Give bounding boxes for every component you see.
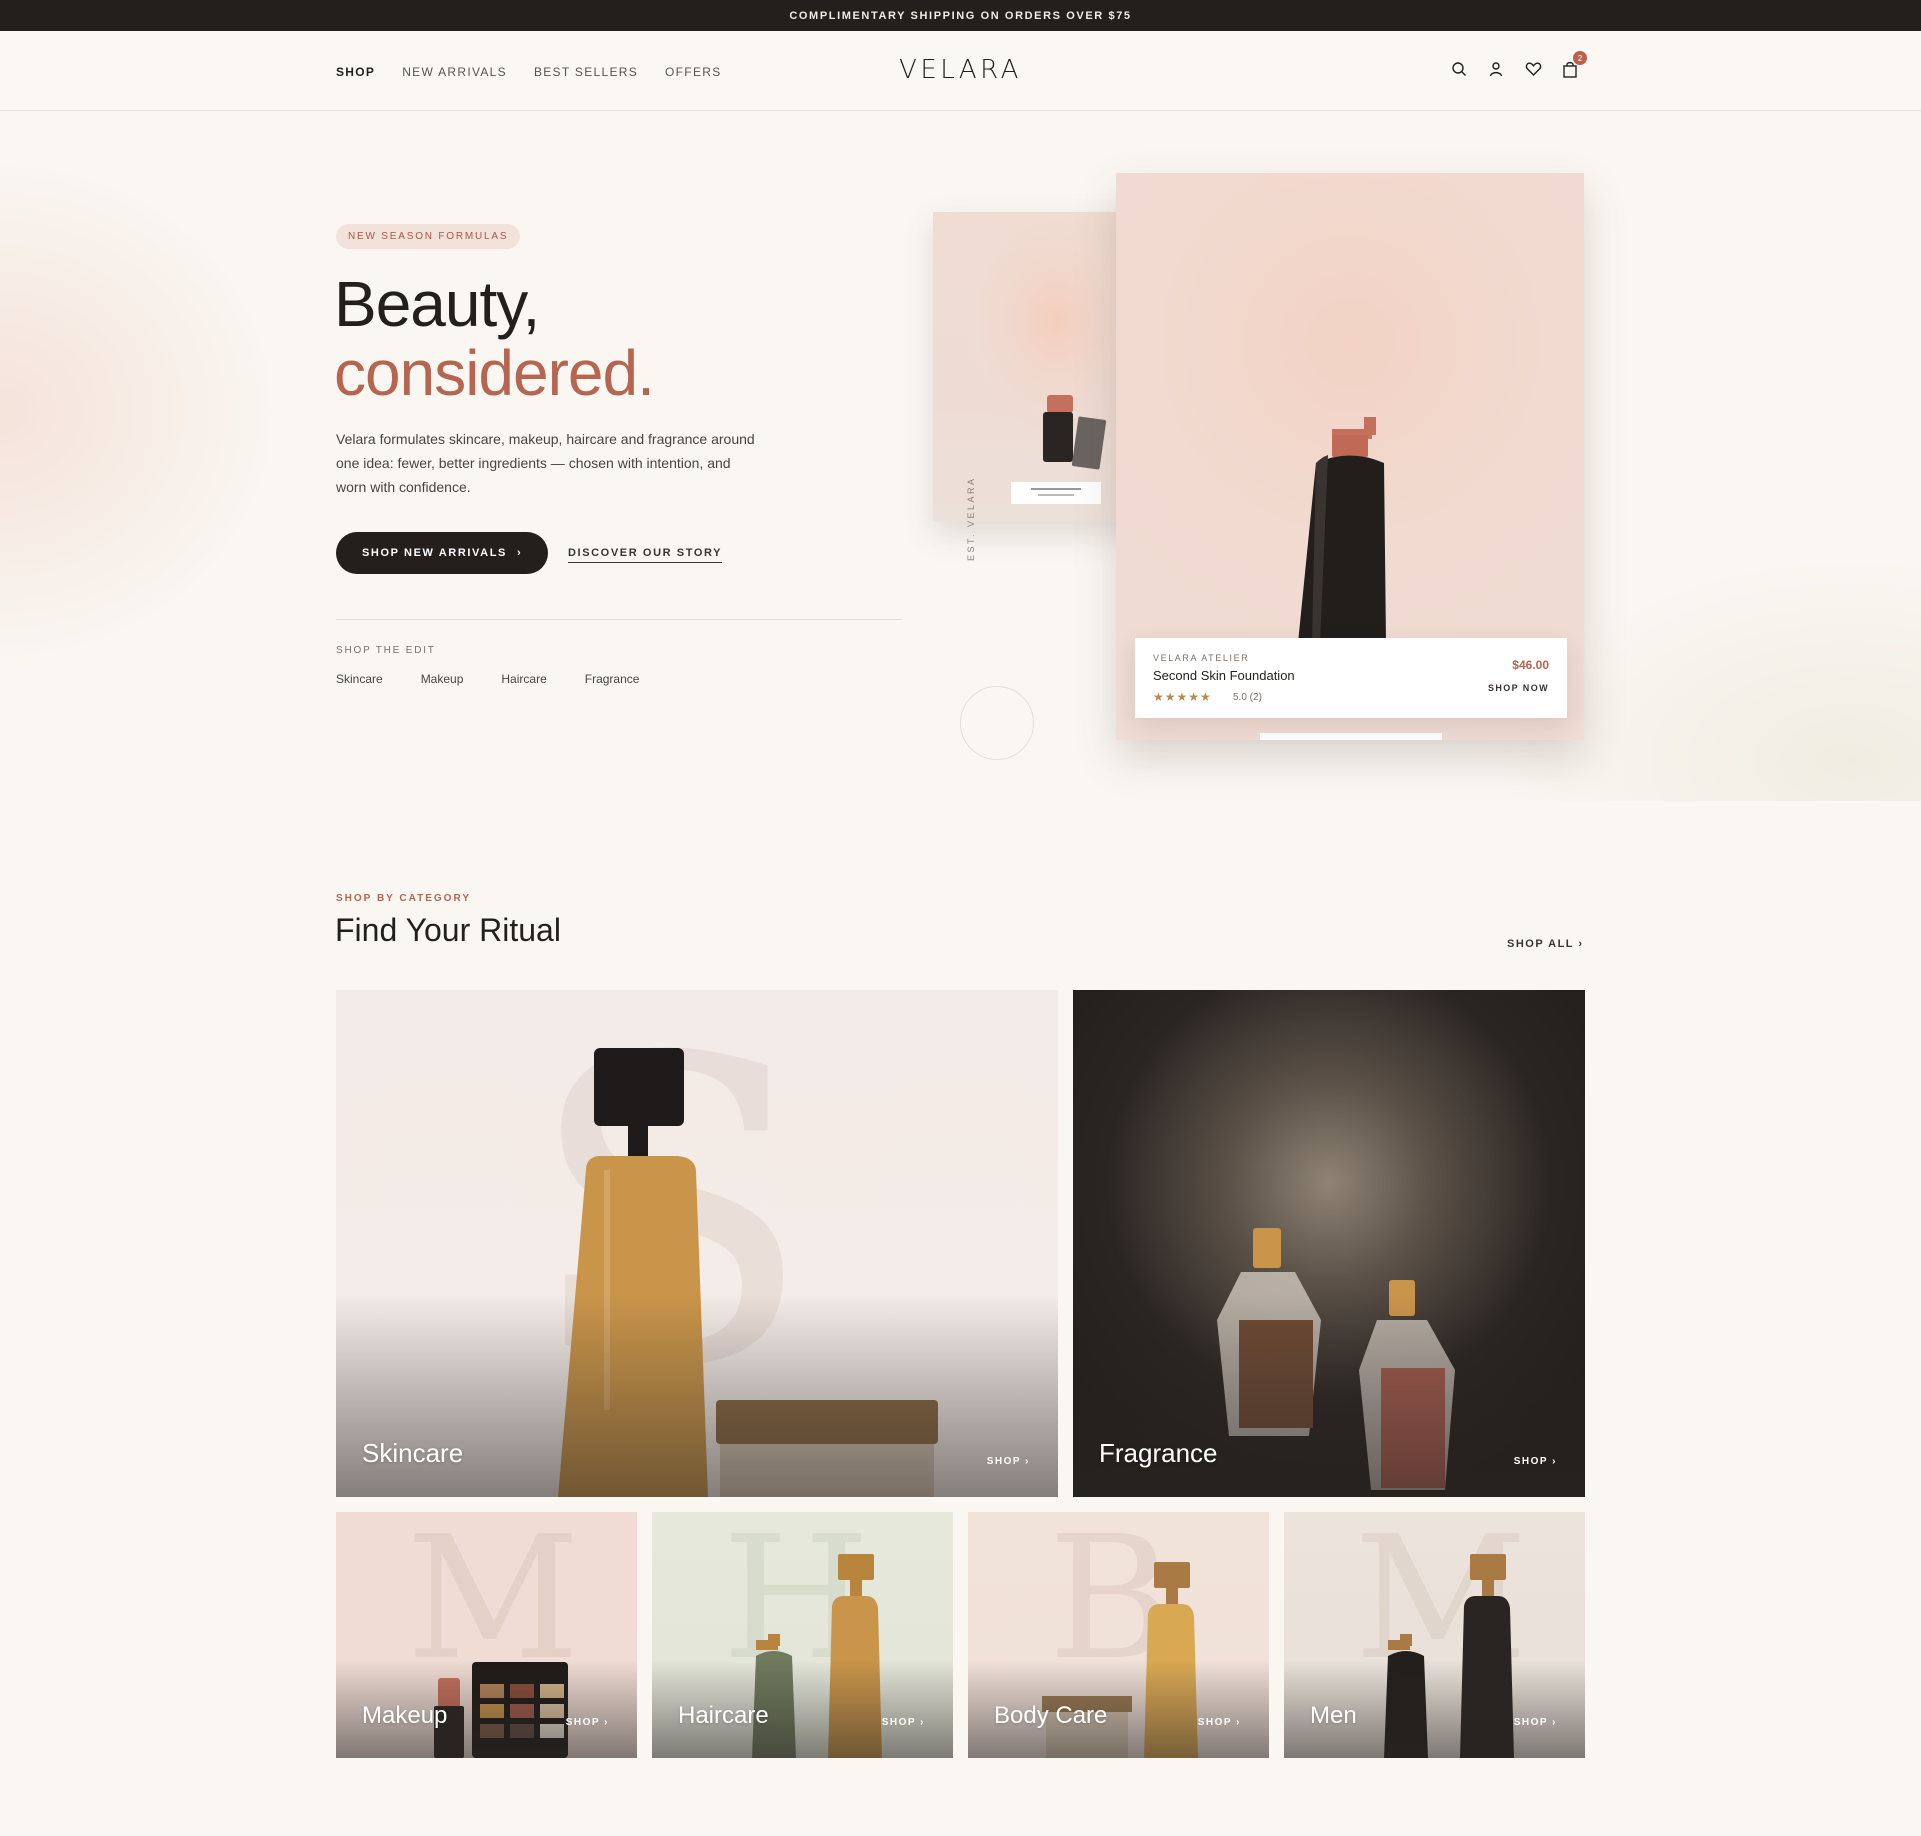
search-icon[interactable] xyxy=(1450,60,1468,78)
shop-the-edit-label: SHOP THE EDIT xyxy=(336,645,436,656)
category-tile-men[interactable]: M Men SHOP › xyxy=(1284,1512,1585,1758)
categories-title: Find Your Ritual xyxy=(335,912,561,948)
shop-the-edit-links: Skincare Makeup Haircare Fragrance xyxy=(336,672,639,686)
hero-title-line1: Beauty, xyxy=(334,268,540,340)
category-tile-skincare[interactable]: S Skincare SHOP › xyxy=(336,990,1058,1497)
site-logo[interactable]: VELARA xyxy=(0,55,1921,85)
tile-label-men: Men xyxy=(1310,1702,1357,1729)
hero-section: NEW SEASON FORMULAS Beauty, considered. … xyxy=(0,111,1921,801)
tile-shop-link[interactable]: SHOP › xyxy=(1514,1717,1557,1728)
tile-label-fragrance: Fragrance xyxy=(1099,1438,1218,1468)
category-tile-fragrance[interactable]: Fragrance SHOP › xyxy=(1073,990,1585,1497)
tile-shop-link[interactable]: SHOP › xyxy=(1514,1456,1557,1467)
account-icon[interactable] xyxy=(1487,60,1505,78)
shop-new-arrivals-label: SHOP NEW ARRIVALS xyxy=(362,547,507,559)
header-actions: 2 xyxy=(1450,51,1587,78)
hero-description: Velara formulates skincare, makeup, hair… xyxy=(336,431,755,495)
tile-shop-link[interactable]: SHOP › xyxy=(882,1717,925,1728)
shop-all-label: SHOP ALL xyxy=(1507,938,1574,950)
hero-divider xyxy=(336,619,902,620)
tile-shop-link[interactable]: SHOP › xyxy=(1198,1717,1241,1728)
tile-label-skincare: Skincare xyxy=(362,1438,464,1468)
wishlist-heart-icon[interactable] xyxy=(1524,60,1542,78)
tile-label-body-care: Body Care xyxy=(994,1702,1108,1729)
category-tile-body-care[interactable]: B Body Care SHOP › xyxy=(968,1512,1269,1758)
cart-bag-icon[interactable]: 2 xyxy=(1561,51,1587,78)
chevron-right-icon: › xyxy=(516,547,523,559)
discover-our-story-link[interactable]: DISCOVER OUR STORY xyxy=(568,547,723,563)
categories-eyebrow: SHOP BY CATEGORY xyxy=(336,893,471,904)
chevron-right-icon: › xyxy=(1578,938,1584,950)
est-velara-vertical-text: EST. VELARA xyxy=(966,476,976,561)
edit-link-fragrance[interactable]: Fragrance xyxy=(585,672,640,686)
site-header: SHOP NEW ARRIVALS BEST SELLERS OFFERS VE… xyxy=(0,31,1921,111)
product-name: Second Skin Foundation xyxy=(1153,668,1295,683)
hero-eyebrow-pill: NEW SEASON FORMULAS xyxy=(336,224,521,249)
hero-title-line2: considered. xyxy=(334,337,655,409)
announcement-bar: COMPLIMENTARY SHIPPING ON ORDERS OVER $7… xyxy=(0,0,1921,31)
tile-label-makeup: Makeup xyxy=(362,1702,448,1729)
edit-link-makeup[interactable]: Makeup xyxy=(421,672,464,686)
shop-now-link[interactable]: SHOP NOW xyxy=(1488,683,1549,693)
rating-stars-icon: ★★★★★ xyxy=(1153,690,1212,704)
shop-all-link[interactable]: SHOP ALL › xyxy=(1507,938,1584,950)
edit-link-skincare[interactable]: Skincare xyxy=(336,672,383,686)
product-rating: 5.0 (2) xyxy=(1233,692,1262,703)
category-tile-haircare[interactable]: H Haircare SHOP › xyxy=(652,1512,953,1758)
featured-product-card[interactable]: VELARA ATELIER Second Skin Foundation ★★… xyxy=(1135,638,1567,718)
tile-label-haircare: Haircare xyxy=(678,1702,769,1729)
decorative-circle xyxy=(960,686,1034,760)
announcement-text: COMPLIMENTARY SHIPPING ON ORDERS OVER $7… xyxy=(789,9,1132,22)
tile-shop-link[interactable]: SHOP › xyxy=(566,1717,609,1728)
shop-new-arrivals-button[interactable]: SHOP NEW ARRIVALS › xyxy=(336,532,549,574)
tile-shop-link[interactable]: SHOP › xyxy=(987,1456,1030,1467)
category-tile-makeup[interactable]: M Makeup SHOP › xyxy=(336,1512,637,1758)
product-price: $46.00 xyxy=(1512,658,1549,672)
product-brand: VELARA ATELIER xyxy=(1153,653,1250,663)
edit-link-haircare[interactable]: Haircare xyxy=(501,672,546,686)
cart-count-badge: 2 xyxy=(1573,51,1587,65)
